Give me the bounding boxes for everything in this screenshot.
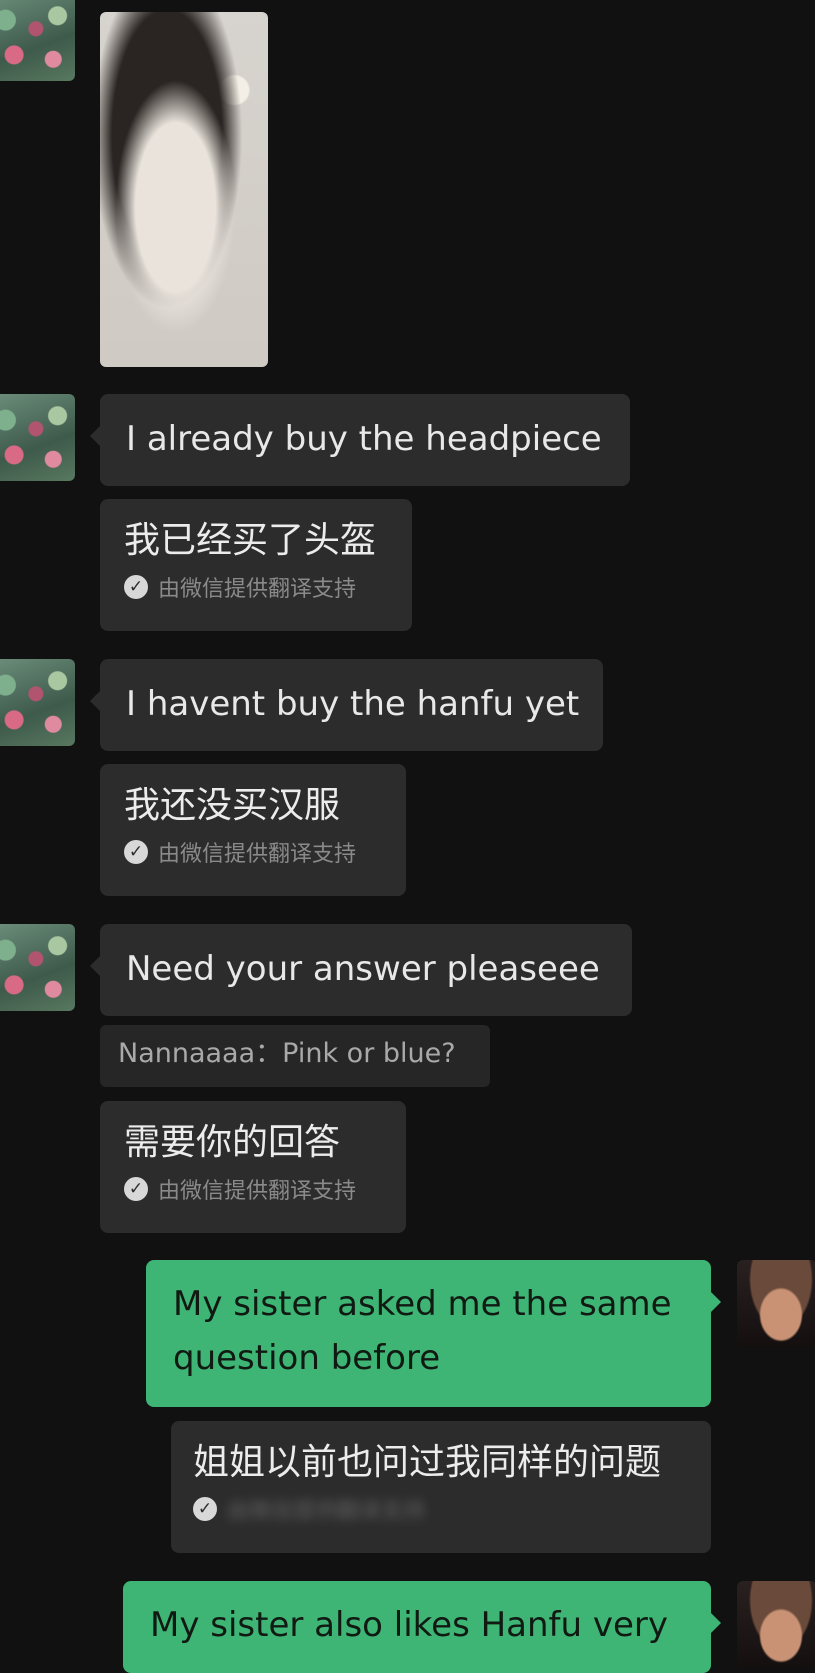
translation-credit: ✓ 由微信提供翻译支持 — [124, 571, 388, 603]
contact-avatar[interactable] — [0, 0, 75, 81]
translation-bubble[interactable]: 我还没买汉服 ✓ 由微信提供翻译支持 — [100, 764, 406, 896]
message-text: I havent buy the hanfu yet — [126, 684, 580, 724]
check-circle-icon: ✓ — [124, 840, 148, 864]
translation-text: 我已经买了头盔 — [124, 520, 377, 561]
user-avatar[interactable] — [737, 1260, 815, 1348]
translation-bubble[interactable]: 姐姐以前也问过我同样的问题 ✓ 由微信提供翻译支持 — [171, 1421, 711, 1553]
quoted-message[interactable]: Nannaaaa：Pink or blue? — [100, 1025, 490, 1087]
message-text: Need your answer pleaseee — [126, 949, 600, 989]
bubble-tail — [90, 956, 100, 976]
user-avatar[interactable] — [737, 1581, 815, 1669]
contact-avatar[interactable] — [0, 924, 75, 1011]
translation-credit: ✓ 由微信提供翻译支持 — [124, 1173, 382, 1205]
translation-text: 需要你的回答 — [124, 1122, 341, 1163]
incoming-message-bubble[interactable]: Need your answer pleaseee — [90, 924, 632, 1016]
translation-text: 我还没买汉服 — [124, 785, 341, 826]
translation-bubble[interactable]: 需要你的回答 ✓ 由微信提供翻译支持 — [100, 1101, 406, 1233]
bubble-tail — [90, 426, 100, 446]
translation-credit-text: 由微信提供翻译支持 — [158, 1179, 357, 1204]
message-text-line: question before — [173, 1338, 441, 1378]
translation-text: 姐姐以前也问过我同样的问题 — [193, 1442, 662, 1483]
message-text: My sister also likes Hanfu very — [150, 1605, 669, 1645]
bubble-tail — [711, 1613, 721, 1633]
check-circle-icon: ✓ — [124, 575, 148, 599]
check-circle-icon: ✓ — [193, 1497, 217, 1521]
bubble-tail — [711, 1292, 721, 1312]
photo-message[interactable] — [100, 12, 268, 367]
check-circle-icon: ✓ — [124, 1177, 148, 1201]
incoming-message-bubble[interactable]: I havent buy the hanfu yet — [90, 659, 603, 751]
translation-credit-text: 由微信提供翻译支持 — [158, 577, 357, 602]
contact-avatar[interactable] — [0, 394, 75, 481]
message-text-line: My sister asked me the same — [173, 1284, 672, 1324]
translation-credit-text: 由微信提供翻译支持 — [158, 842, 357, 867]
translation-credit: ✓ 由微信提供翻译支持 — [124, 836, 382, 868]
incoming-message-bubble[interactable]: I already buy the headpiece — [90, 394, 630, 486]
translation-bubble[interactable]: 我已经买了头盔 ✓ 由微信提供翻译支持 — [100, 499, 412, 631]
outgoing-message-bubble[interactable]: My sister asked me the same question bef… — [146, 1260, 721, 1407]
bubble-tail — [90, 691, 100, 711]
translation-credit-text: 由微信提供翻译支持 — [227, 1499, 426, 1524]
outgoing-message-bubble[interactable]: My sister also likes Hanfu very — [123, 1581, 721, 1673]
translation-credit: ✓ 由微信提供翻译支持 — [193, 1493, 689, 1525]
contact-avatar[interactable] — [0, 659, 75, 746]
message-text: I already buy the headpiece — [126, 419, 602, 459]
